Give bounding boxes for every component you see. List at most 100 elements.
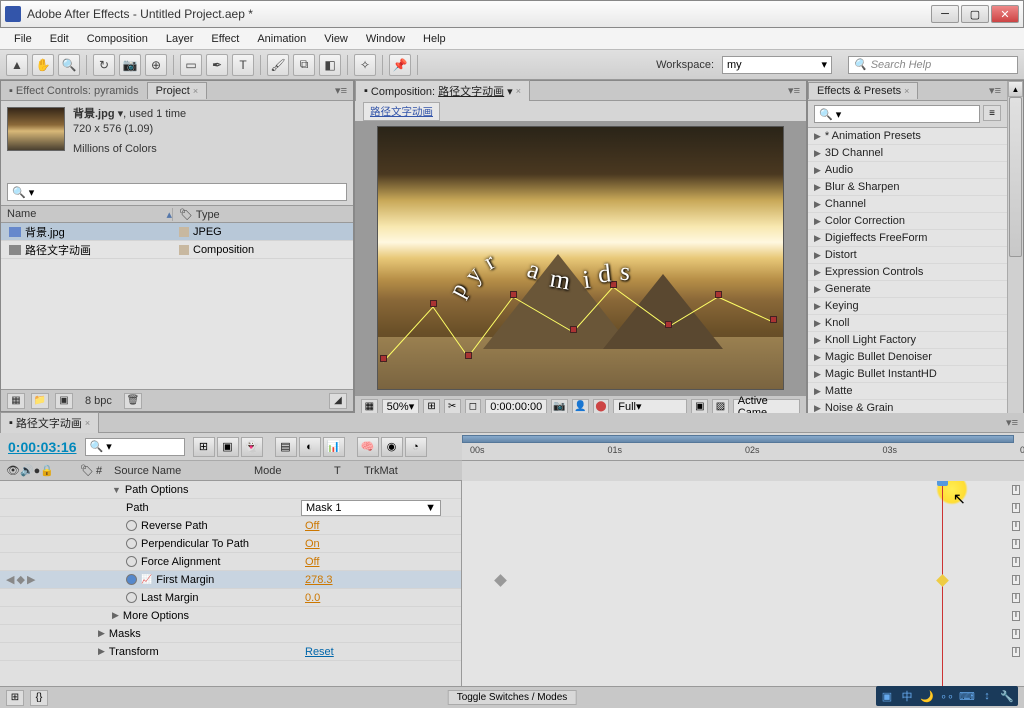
search-help-input[interactable]: 🔍 Search Help (848, 56, 1018, 74)
tl-tool-draft[interactable]: ◔ (405, 437, 427, 457)
menu-animation[interactable]: Animation (249, 31, 314, 47)
interpret-button[interactable]: ▦ (7, 393, 25, 409)
toggle-switches-button[interactable]: Toggle Switches / Modes (448, 690, 577, 705)
stopwatch-icon[interactable] (126, 520, 137, 531)
tl-tool-2[interactable]: ▣ (217, 437, 239, 457)
composition-viewer[interactable]: p y r a m i d s (355, 121, 806, 395)
brush-tool[interactable]: 🖌 (267, 54, 289, 76)
effect-category[interactable]: ▶Expression Controls (808, 264, 1007, 281)
comp-button[interactable]: ▣ (55, 393, 73, 409)
menu-window[interactable]: Window (358, 31, 413, 47)
timeline-row[interactable]: ▼Path Options (0, 481, 461, 499)
expand-button[interactable]: ⊞ (6, 690, 24, 706)
bpc-label[interactable]: 8 bpc (85, 395, 112, 407)
type-tool[interactable]: T (232, 54, 254, 76)
folder-button[interactable]: 📁 (31, 393, 49, 409)
eraser-tool[interactable]: ◧ (319, 54, 341, 76)
rectangle-tool[interactable]: ▭ (180, 54, 202, 76)
project-search-input[interactable]: 🔍▾ (7, 183, 347, 201)
panel-menu-icon[interactable]: ▾≡ (329, 84, 353, 97)
property-value[interactable]: Off (301, 520, 461, 532)
tl-tool-brain[interactable]: 🧠 (357, 437, 379, 457)
project-row[interactable]: 路径文字动画Composition (1, 241, 353, 259)
roto-tool[interactable]: ✧ (354, 54, 376, 76)
clone-tool[interactable]: ⧉ (293, 54, 315, 76)
project-row[interactable]: 背景.jpgJPEG (1, 223, 353, 241)
effects-scrollbar[interactable]: ▲ ▼ (1007, 81, 1023, 439)
motion-blur-button[interactable]: ◐ (299, 437, 321, 457)
panel-menu-icon[interactable]: ▾≡ (983, 84, 1007, 97)
menu-file[interactable]: File (6, 31, 40, 47)
timeline-row[interactable]: Perpendicular To PathOn (0, 535, 461, 553)
close-icon[interactable]: × (904, 86, 909, 96)
property-value[interactable]: 278.3 (301, 574, 461, 586)
timeline-row[interactable]: Last Margin0.0 (0, 589, 461, 607)
effect-category[interactable]: ▶Matte (808, 383, 1007, 400)
pen-tool[interactable]: ✒ (206, 54, 228, 76)
effect-category[interactable]: ▶Channel (808, 196, 1007, 213)
effect-category[interactable]: ▶Knoll (808, 315, 1007, 332)
timeline-row[interactable]: ▶TransformReset (0, 643, 461, 661)
stopwatch-icon[interactable] (126, 556, 137, 567)
tab-timeline-comp[interactable]: ▪路径文字动画× (0, 412, 99, 433)
close-button[interactable]: ✕ (991, 5, 1019, 23)
shy-button[interactable]: 👻 (241, 437, 263, 457)
timeline-search-input[interactable]: 🔍▾ (85, 438, 185, 456)
effect-category[interactable]: ▶Knoll Light Factory (808, 332, 1007, 349)
status-icon-3[interactable]: 🌙 (918, 688, 936, 704)
stopwatch-icon[interactable] (126, 538, 137, 549)
timeline-row[interactable]: ▶Masks (0, 625, 461, 643)
effect-category[interactable]: ▶Color Correction (808, 213, 1007, 230)
stopwatch-icon[interactable] (126, 574, 137, 585)
column-name[interactable]: Name▴ (1, 208, 173, 221)
frame-blend-button[interactable]: ▤ (275, 437, 297, 457)
path-dropdown[interactable]: Mask 1▼ (301, 500, 441, 516)
effect-category[interactable]: ▶3D Channel (808, 145, 1007, 162)
menu-layer[interactable]: Layer (158, 31, 202, 47)
menu-effect[interactable]: Effect (203, 31, 247, 47)
timeline-row[interactable]: Force AlignmentOff (0, 553, 461, 571)
menu-composition[interactable]: Composition (79, 31, 156, 47)
menu-view[interactable]: View (316, 31, 356, 47)
status-icon-1[interactable]: ▣ (878, 688, 896, 704)
property-value[interactable]: On (301, 538, 461, 550)
minimize-button[interactable]: ─ (931, 5, 959, 23)
timeline-tracks[interactable]: ↖ IIIIIIIIII (462, 481, 1024, 686)
effect-category[interactable]: ▶* Animation Presets (808, 128, 1007, 145)
puppet-tool[interactable]: 📌 (389, 54, 411, 76)
zoom-tool[interactable]: 🔍 (58, 54, 80, 76)
status-icon-4[interactable]: ∘∘ (938, 688, 956, 704)
status-icon-7[interactable]: 🔧 (998, 688, 1016, 704)
tab-effect-controls[interactable]: ▪Effect Controls: pyramids (1, 83, 147, 99)
scroll-up-icon[interactable]: ▲ (1008, 81, 1023, 97)
workspace-dropdown[interactable]: my▾ (722, 56, 832, 74)
timeline-row[interactable]: PathMask 1▼ (0, 499, 461, 517)
maximize-button[interactable]: ▢ (961, 5, 989, 23)
effect-category[interactable]: ▶Magic Bullet Denoiser (808, 349, 1007, 366)
effect-category[interactable]: ▶Keying (808, 298, 1007, 315)
timeline-row[interactable]: Reverse PathOff (0, 517, 461, 535)
tl-tool-3d[interactable]: ◉ (381, 437, 403, 457)
effect-category[interactable]: ▶Generate (808, 281, 1007, 298)
effect-category[interactable]: ▶Magic Bullet InstantHD (808, 366, 1007, 383)
timeline-row[interactable]: ▶More Options (0, 607, 461, 625)
disclosure-icon[interactable]: ▶ (112, 610, 119, 621)
disclosure-icon[interactable]: ▼ (112, 485, 121, 495)
camera-tool[interactable]: 📷 (119, 54, 141, 76)
pan-behind-tool[interactable]: ⊕ (145, 54, 167, 76)
effects-search-input[interactable]: 🔍▾ (814, 105, 980, 123)
effect-category[interactable]: ▶Digieffects FreeForm (808, 230, 1007, 247)
keyframe-start[interactable] (494, 574, 507, 587)
status-icon-2[interactable]: 中 (898, 688, 916, 704)
timecode-display[interactable]: 0:00:03:16 (8, 439, 77, 455)
graph-editor-button[interactable]: 📊 (323, 437, 345, 457)
time-ruler[interactable]: 00s01s02s03s04s (462, 433, 1024, 461)
property-value[interactable]: 0.0 (301, 592, 461, 604)
keyframe-selected[interactable] (936, 574, 949, 587)
status-icon-6[interactable]: ↕ (978, 688, 996, 704)
toggle-button[interactable]: {} (30, 690, 48, 706)
trash-button[interactable]: 🗑 (124, 393, 142, 409)
stopwatch-icon[interactable] (126, 592, 137, 603)
resize-handle-icon[interactable]: ◢ (329, 393, 347, 409)
selection-tool[interactable]: ▲ (6, 54, 28, 76)
